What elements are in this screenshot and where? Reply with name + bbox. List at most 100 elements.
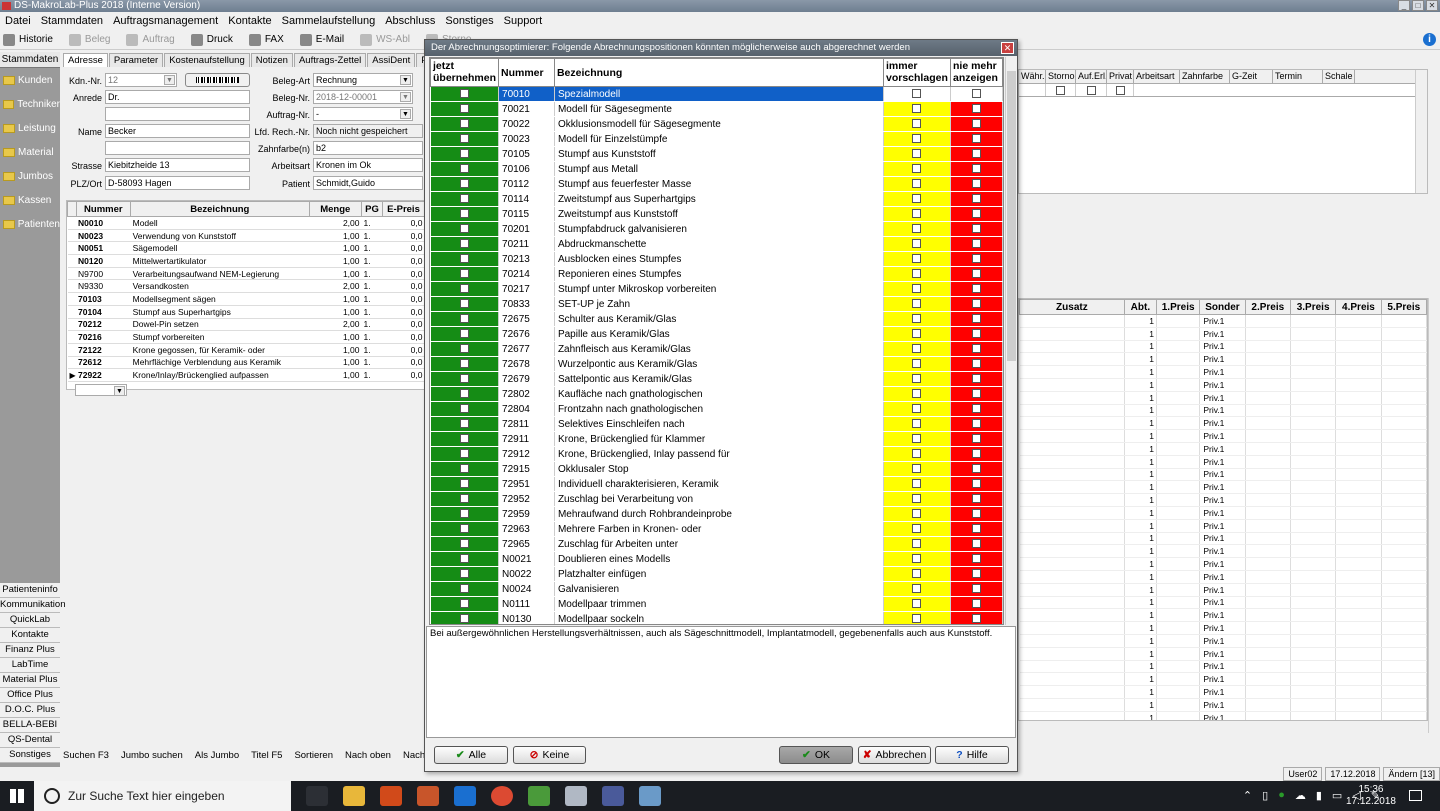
col-header-e-preis[interactable]: E-Preis <box>381 201 426 217</box>
tab-notizen[interactable]: Notizen <box>250 53 293 67</box>
table-row[interactable]: 1 Priv.1 <box>1019 468 1427 482</box>
never-show-checkbox[interactable] <box>971 104 981 114</box>
always-suggest-checkbox[interactable] <box>912 569 922 579</box>
never-show-checkbox[interactable] <box>971 539 981 549</box>
table-row[interactable]: 1 Priv.1 <box>1019 532 1427 546</box>
take-now-checkbox[interactable] <box>459 284 469 294</box>
always-suggest-checkbox[interactable] <box>912 314 922 324</box>
always-suggest-checkbox[interactable] <box>912 344 922 354</box>
suggestion-row[interactable]: 72911 Krone, Brückenglied für Klammer <box>430 431 1003 447</box>
strasse-field[interactable]: Kiebitzheide 13 <box>105 158 250 172</box>
table-row[interactable]: 1 Priv.1 <box>1019 493 1427 507</box>
suggestion-row[interactable]: N0024 Galvanisieren <box>430 581 1003 597</box>
suggestion-row[interactable]: 70021 Modell für Sägesegmente <box>430 101 1003 117</box>
function-sortieren[interactable]: Sortieren <box>294 750 333 764</box>
never-show-checkbox[interactable] <box>971 464 981 474</box>
menu-sammelaufstellung[interactable]: Sammelaufstellung <box>282 15 376 27</box>
vertical-scrollbar[interactable] <box>1415 70 1427 193</box>
table-row[interactable]: 1 Priv.1 <box>1019 583 1427 597</box>
suggestion-row[interactable]: 70023 Modell für Einzelstümpfe <box>430 131 1003 147</box>
never-show-checkbox[interactable] <box>971 434 981 444</box>
never-show-checkbox[interactable] <box>971 344 981 354</box>
suggestion-row[interactable]: 72675 Schulter aus Keramik/Glas <box>430 311 1003 327</box>
suggestion-row[interactable]: 72802 Kaufläche nach gnathologischen <box>430 386 1003 402</box>
table-row[interactable]: N9330 Versandkosten 2,00 1. 0,0 <box>67 279 425 294</box>
col-header-w-hr[interactable]: Währ. <box>1019 70 1046 83</box>
privat-checkbox[interactable] <box>1115 85 1125 95</box>
take-now-checkbox[interactable] <box>459 539 469 549</box>
never-show-checkbox[interactable] <box>971 299 981 309</box>
function-suchen-f3[interactable]: Suchen F3 <box>63 750 109 764</box>
sidebar-module-qs-dental[interactable]: QS-Dental <box>0 733 60 748</box>
fax-button[interactable]: FAX <box>248 33 284 46</box>
never-show-checkbox[interactable] <box>971 599 981 609</box>
never-show-checkbox[interactable] <box>971 164 981 174</box>
always-suggest-checkbox[interactable] <box>912 284 922 294</box>
suggestion-row[interactable]: 72804 Frontzahn nach gnathologischen <box>430 401 1003 417</box>
auftrag-button[interactable]: Auftrag <box>126 33 175 46</box>
take-now-checkbox[interactable] <box>459 509 469 519</box>
help-button[interactable]: ? Hilfe <box>935 746 1009 764</box>
suggestion-row[interactable]: N0111 Modellpaar trimmen <box>430 596 1003 612</box>
take-now-checkbox[interactable] <box>459 494 469 504</box>
never-show-checkbox[interactable] <box>971 194 981 204</box>
table-row[interactable]: N0051 Sägemodell 1,00 1. 0,0 <box>67 241 425 256</box>
historie-button[interactable]: Historie <box>3 33 53 46</box>
always-suggest-checkbox[interactable] <box>912 104 922 114</box>
always-suggest-checkbox[interactable] <box>912 584 922 594</box>
take-now-checkbox[interactable] <box>459 389 469 399</box>
table-row[interactable]: 1 Priv.1 <box>1019 660 1427 674</box>
col-header-bezeichnung[interactable]: Bezeichnung <box>130 201 310 217</box>
chevron-down-icon[interactable]: ▼ <box>400 109 411 119</box>
belegart-select[interactable]: Rechnung ▼ <box>313 73 413 87</box>
ws-abl-button[interactable]: WS-Abl <box>360 33 410 46</box>
zahnfarbe-field[interactable]: b2 <box>313 141 423 155</box>
tab-auftrags-zettel[interactable]: Auftrags-Zettel <box>293 53 367 67</box>
take-now-checkbox[interactable] <box>459 359 469 369</box>
never-show-checkbox[interactable] <box>971 554 981 564</box>
never-show-checkbox[interactable] <box>971 374 981 384</box>
app-icon[interactable] <box>565 786 587 806</box>
patient-field[interactable]: Schmidt,Guido <box>313 176 423 190</box>
col-header-auf-erl[interactable]: Auf.Erl. <box>1076 70 1107 83</box>
table-row[interactable]: 1 Priv.1 <box>1019 672 1427 687</box>
dialog-close-icon[interactable]: ✕ <box>1001 42 1014 54</box>
notepad-icon[interactable] <box>528 786 550 806</box>
always-suggest-checkbox[interactable] <box>912 524 922 534</box>
take-now-checkbox[interactable] <box>459 89 469 99</box>
sidebar-module-d-o-c-plus[interactable]: D.O.C. Plus <box>0 703 60 718</box>
take-now-checkbox[interactable] <box>459 464 469 474</box>
sidebar-module-quicklab[interactable]: QuickLab <box>0 613 60 628</box>
col-header-menge[interactable]: Menge <box>308 201 362 217</box>
suggestion-row[interactable]: 72951 Individuell charakterisieren, Keram… <box>430 476 1003 492</box>
always-suggest-checkbox[interactable] <box>912 329 922 339</box>
take-now-checkbox[interactable] <box>459 329 469 339</box>
taskbar-search[interactable]: Zur Suche Text hier eingeben <box>34 781 291 811</box>
always-suggest-checkbox[interactable] <box>912 134 922 144</box>
table-row[interactable]: 1 Priv.1 <box>1019 442 1427 456</box>
sidebar-item-kassen[interactable]: Kassen <box>0 188 60 212</box>
info-icon[interactable]: i <box>1423 33 1436 46</box>
table-row[interactable]: 1 Priv.1 <box>1019 596 1427 610</box>
always-suggest-checkbox[interactable] <box>912 539 922 549</box>
suggestion-row[interactable]: 72915 Okklusaler Stop <box>430 461 1003 477</box>
never-show-checkbox[interactable] <box>971 314 981 324</box>
col-header-abt[interactable]: Abt. <box>1123 299 1158 315</box>
table-row[interactable]: 1 Priv.1 <box>1019 519 1427 533</box>
never-show-checkbox[interactable] <box>971 284 981 294</box>
never-show-checkbox[interactable] <box>971 524 981 534</box>
col-header-2-preis[interactable]: 2.Preis <box>1244 299 1291 315</box>
table-row[interactable]: 1 Priv.1 <box>1019 621 1427 635</box>
table-row[interactable]: 1 Priv.1 <box>1019 480 1427 495</box>
auferl-checkbox[interactable] <box>1086 85 1096 95</box>
function-als-jumbo[interactable]: Als Jumbo <box>195 750 239 764</box>
take-now-checkbox[interactable] <box>459 314 469 324</box>
always-suggest-checkbox[interactable] <box>912 419 922 429</box>
table-row[interactable]: 1 Priv.1 <box>1019 391 1427 405</box>
col-header-g-zeit[interactable]: G-Zeit <box>1230 70 1273 83</box>
always-suggest-checkbox[interactable] <box>912 179 922 189</box>
table-row[interactable]: 1 Priv.1 <box>1019 429 1427 443</box>
menu-kontakte[interactable]: Kontakte <box>228 15 271 27</box>
powerpoint-icon[interactable] <box>380 786 402 806</box>
edge-icon[interactable] <box>454 786 476 806</box>
